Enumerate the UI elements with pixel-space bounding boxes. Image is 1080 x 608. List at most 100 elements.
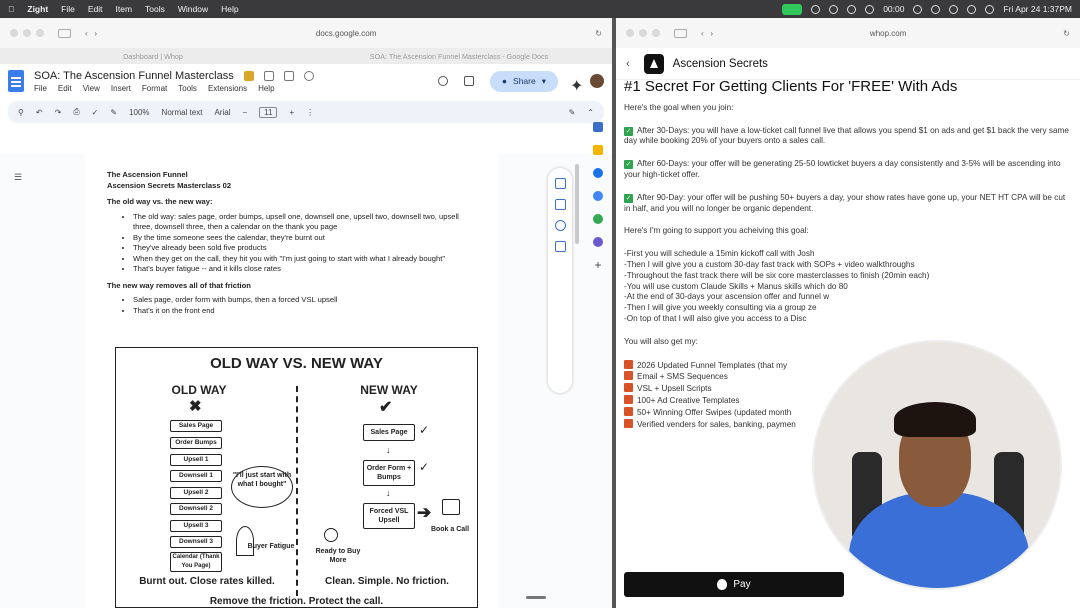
spellcheck-icon[interactable]: ✓: [92, 108, 99, 117]
status-icon[interactable]: [829, 4, 839, 14]
list-item: -At the end of 30-days your ascension of…: [624, 292, 830, 302]
menubar-app-name[interactable]: Zight: [27, 4, 48, 14]
docs-header: SOA: The Ascension Funnel Masterclass Fi…: [0, 64, 612, 98]
close-dot[interactable]: [10, 29, 18, 37]
undo-icon[interactable]: ↶: [36, 108, 43, 117]
menubar-edit[interactable]: Edit: [88, 4, 103, 14]
apple-pay-button[interactable]: Pay: [624, 572, 844, 597]
search-icon[interactable]: ⚲: [18, 108, 24, 117]
google-docs-window: ‹ › docs.google.com ↻ Dashboard | Whop S…: [0, 18, 612, 608]
suggest-edit-icon[interactable]: [554, 241, 566, 252]
menu-edit[interactable]: Edit: [58, 84, 72, 93]
share-button[interactable]: ● Share ▾: [489, 70, 558, 92]
docs-menu: File Edit View Insert Format Tools Exten…: [34, 84, 314, 93]
add-comment-icon[interactable]: [554, 199, 566, 210]
sidebar-icon[interactable]: [58, 28, 71, 38]
outline-icon[interactable]: ☰: [14, 172, 22, 183]
close-dot[interactable]: [626, 29, 634, 37]
print-icon[interactable]: ⎙: [73, 107, 79, 117]
font-size-input[interactable]: 11: [259, 106, 278, 118]
apple-icon[interactable]: : [8, 4, 14, 14]
style-select[interactable]: Normal text: [162, 108, 203, 117]
brand-name[interactable]: Ascension Secrets: [673, 58, 768, 70]
status-icon[interactable]: [847, 4, 857, 14]
menubar-help[interactable]: Help: [221, 4, 238, 14]
menu-extensions[interactable]: Extensions: [208, 84, 247, 93]
emoji-icon[interactable]: [243, 70, 254, 81]
arrow-down-icon: ↓: [386, 488, 391, 498]
address-bar[interactable]: docs.google.com: [97, 29, 595, 38]
calendar-icon[interactable]: [593, 122, 603, 132]
menubar-file[interactable]: File: [61, 4, 75, 14]
menu-tools[interactable]: Tools: [178, 84, 197, 93]
history-icon[interactable]: [437, 76, 448, 86]
doc-title[interactable]: SOA: The Ascension Funnel Masterclass: [34, 70, 314, 82]
addon-icon[interactable]: [593, 237, 603, 247]
google-docs-logo-icon[interactable]: [8, 70, 24, 92]
horizontal-scroll-handle[interactable]: [526, 596, 546, 599]
tab-whop-dashboard[interactable]: Dashboard | Whop: [0, 52, 306, 61]
menubar-window[interactable]: Window: [178, 4, 208, 14]
gemini-icon[interactable]: ✦: [570, 76, 583, 95]
control-center-icon[interactable]: [985, 4, 995, 14]
avatar[interactable]: [590, 74, 604, 88]
move-folder-icon[interactable]: [283, 70, 294, 81]
menu-insert[interactable]: Insert: [111, 84, 131, 93]
goal-text: After 60-Days: your offer will be genera…: [624, 159, 1061, 179]
menubar-clock[interactable]: Fri Apr 24 1:37PM: [1003, 4, 1072, 14]
reload-icon[interactable]: ↻: [595, 29, 602, 38]
webcam-overlay[interactable]: [812, 340, 1062, 590]
sidebar-icon[interactable]: [674, 28, 687, 38]
recording-timer: 00:00: [883, 4, 905, 14]
paint-format-icon[interactable]: ✎: [110, 108, 117, 117]
document-scrollbar[interactable]: [575, 164, 579, 244]
browser-toolbar: ‹ › docs.google.com ↻: [0, 18, 612, 48]
doc-title-text[interactable]: SOA: The Ascension Funnel Masterclass: [34, 70, 234, 82]
back-icon[interactable]: ‹: [85, 29, 88, 38]
menubar-tools[interactable]: Tools: [145, 4, 165, 14]
maps-icon[interactable]: [593, 214, 603, 224]
minimize-dot[interactable]: [639, 29, 647, 37]
status-icon[interactable]: [811, 4, 821, 14]
more-options-icon[interactable]: ⋮: [306, 108, 314, 117]
status-icon[interactable]: [913, 4, 923, 14]
status-icon[interactable]: [865, 4, 875, 14]
editing-mode-icon[interactable]: ✎: [569, 108, 576, 117]
wifi-icon[interactable]: [949, 4, 959, 14]
menubar-item[interactable]: Item: [116, 4, 133, 14]
font-size-increase-button[interactable]: +: [289, 108, 294, 117]
back-chevron-icon[interactable]: ‹: [626, 58, 630, 70]
menu-help[interactable]: Help: [258, 84, 274, 93]
font-size-decrease-button[interactable]: −: [242, 108, 247, 117]
old-step-box: Calendar (Thank You Page): [170, 552, 222, 572]
goal-intro: Here's the goal when you join:: [624, 102, 734, 112]
address-bar[interactable]: whop.com: [713, 29, 1063, 38]
add-addon-icon[interactable]: +: [593, 259, 603, 271]
recording-icon[interactable]: [782, 3, 803, 15]
menu-format[interactable]: Format: [142, 84, 167, 93]
tasks-icon[interactable]: [593, 168, 603, 178]
zoom-dot[interactable]: [652, 29, 660, 37]
zoom-select[interactable]: 100%: [129, 108, 149, 117]
tab-google-doc[interactable]: SOA: The Ascension Funnel Masterclass - …: [306, 52, 612, 61]
minimize-dot[interactable]: [23, 29, 31, 37]
edit-icon[interactable]: [554, 178, 566, 189]
diagram-footer: Remove the friction. Protect the call.: [209, 596, 384, 607]
comment-icon[interactable]: [463, 76, 474, 86]
menu-view[interactable]: View: [83, 84, 100, 93]
chevron-down-icon[interactable]: ▾: [542, 76, 546, 87]
star-icon[interactable]: [263, 70, 274, 81]
font-select[interactable]: Arial: [214, 108, 230, 117]
reload-icon[interactable]: ↻: [1063, 29, 1070, 38]
search-icon[interactable]: [967, 4, 977, 14]
contacts-icon[interactable]: [593, 191, 603, 201]
moon-icon[interactable]: [931, 4, 941, 14]
menu-file[interactable]: File: [34, 84, 47, 93]
doc-title-line2: Ascension Secrets Masterclass 02: [107, 180, 232, 190]
back-icon[interactable]: ‹: [701, 29, 704, 38]
keep-icon[interactable]: [593, 145, 603, 155]
emoji-reaction-icon[interactable]: [554, 220, 566, 231]
zoom-dot[interactable]: [36, 29, 44, 37]
redo-icon[interactable]: ↷: [55, 108, 62, 117]
macos-menubar:  Zight File Edit Item Tools Window Help…: [0, 0, 1080, 18]
